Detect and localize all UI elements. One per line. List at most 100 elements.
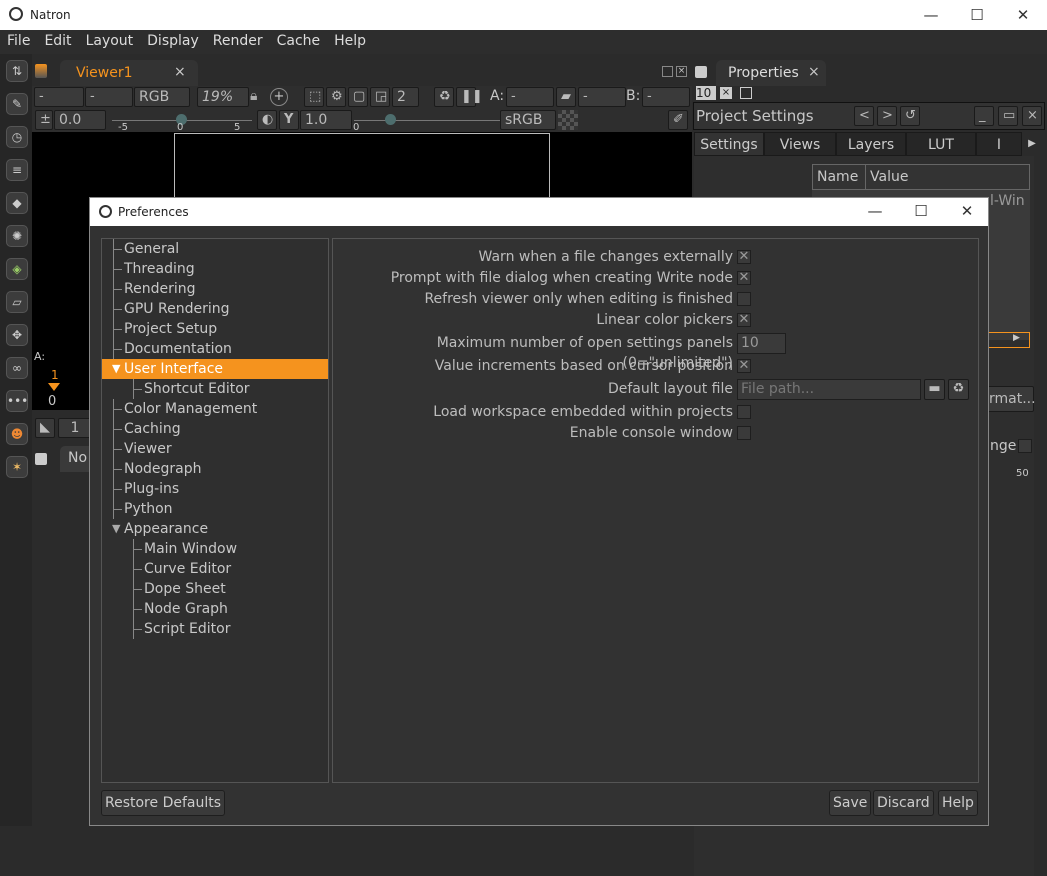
- tab-lut[interactable]: LUT: [906, 132, 976, 156]
- pane-menu-icon[interactable]: [35, 453, 47, 465]
- minimize-panels-icon[interactable]: [740, 87, 752, 99]
- layer-select[interactable]: -: [34, 87, 84, 107]
- input-a-select[interactable]: -: [506, 87, 554, 107]
- tree-item[interactable]: GPU Rendering: [102, 299, 328, 319]
- playhead-icon[interactable]: [48, 383, 60, 391]
- next-icon[interactable]: >: [877, 106, 897, 126]
- setting-checkbox[interactable]: [737, 292, 751, 306]
- proxy-icon[interactable]: ◲: [370, 87, 390, 107]
- close-button[interactable]: ✕: [1000, 0, 1046, 30]
- close-tab-icon[interactable]: ×: [174, 64, 186, 80]
- tree-item[interactable]: Documentation: [102, 339, 328, 359]
- gmic-tool-icon[interactable]: ☻: [6, 423, 28, 445]
- checkerboard-icon[interactable]: [558, 110, 578, 130]
- menu-display[interactable]: Display: [140, 30, 206, 54]
- gamma-slider-handle[interactable]: [385, 114, 396, 125]
- gain-input[interactable]: 0.0: [54, 110, 106, 130]
- layout-file-input[interactable]: File path...: [737, 379, 921, 400]
- tree-item[interactable]: ▼ Appearance: [102, 519, 328, 539]
- time-tool-icon[interactable]: ⇅: [6, 60, 28, 82]
- minimize-button[interactable]: —: [908, 0, 954, 30]
- tree-item[interactable]: Python: [102, 499, 328, 519]
- minimize-panel-icon[interactable]: _: [974, 106, 994, 126]
- zoom-select[interactable]: 19%: [197, 87, 249, 107]
- discard-button[interactable]: Discard: [873, 790, 934, 816]
- previous-icon[interactable]: <: [854, 106, 874, 126]
- gamma-slider[interactable]: [354, 120, 500, 121]
- menu-cache[interactable]: Cache: [270, 30, 328, 54]
- tree-item[interactable]: Rendering: [102, 279, 328, 299]
- timeline[interactable]: A: 1 0: [32, 350, 92, 410]
- center-icon[interactable]: +: [270, 88, 288, 106]
- play-icon[interactable]: ▶: [1013, 333, 1020, 343]
- menu-edit[interactable]: Edit: [37, 30, 78, 54]
- help-button[interactable]: Help: [938, 790, 978, 816]
- input-b-select[interactable]: -: [642, 87, 690, 107]
- gamma-input[interactable]: 1.0: [300, 110, 352, 130]
- setting-checkbox[interactable]: ✕: [737, 250, 751, 264]
- clip-to-project-icon[interactable]: ▢: [348, 87, 368, 107]
- merge-tool-icon[interactable]: ▱: [6, 291, 28, 313]
- close-tab-icon[interactable]: ×: [808, 64, 820, 80]
- tab-properties[interactable]: Properties ×: [716, 60, 826, 86]
- tree-item[interactable]: Script Editor: [102, 619, 328, 639]
- roi-icon[interactable]: ⬚: [304, 87, 324, 107]
- gain-toggle-icon[interactable]: ±: [35, 110, 53, 130]
- tabs-scroll-right-icon[interactable]: ▶: [1024, 132, 1040, 156]
- max-panels-field[interactable]: 10: [737, 333, 786, 354]
- tab-views[interactable]: Views: [764, 132, 836, 156]
- pane-menu-icon[interactable]: [695, 66, 707, 78]
- dialog-maximize-button[interactable]: ☐: [898, 198, 944, 224]
- tab-settings[interactable]: Settings: [694, 132, 764, 156]
- menu-help[interactable]: Help: [327, 30, 373, 54]
- extra-tool-icon[interactable]: ✶: [6, 456, 28, 478]
- colorspace-select[interactable]: sRGB: [500, 110, 556, 130]
- channel-tool-icon[interactable]: ≡: [6, 159, 28, 181]
- dialog-minimize-button[interactable]: —: [852, 198, 898, 224]
- other-tool-icon[interactable]: •••: [6, 390, 28, 412]
- tree-item[interactable]: Caching: [102, 419, 328, 439]
- range-input[interactable]: ▶: [984, 332, 1030, 348]
- frame-input[interactable]: 1: [58, 418, 92, 438]
- filter-tool-icon[interactable]: ✺: [6, 225, 28, 247]
- pane-menu-icon[interactable]: [35, 64, 47, 78]
- max-panels-input[interactable]: 10: [696, 86, 716, 100]
- tree-item[interactable]: General: [102, 239, 328, 259]
- tree-item[interactable]: Dope Sheet: [102, 579, 328, 599]
- tree-item[interactable]: Shortcut Editor: [102, 379, 328, 399]
- range-checkbox[interactable]: [1018, 439, 1032, 453]
- browse-folder-icon[interactable]: ▬: [924, 379, 945, 400]
- restore-defaults-button[interactable]: Restore Defaults: [101, 790, 226, 816]
- turbo-icon[interactable]: ◣: [35, 418, 55, 438]
- tree-item[interactable]: ▼ User Interface: [102, 359, 328, 379]
- tree-item[interactable]: Main Window: [102, 539, 328, 559]
- clock-tool-icon[interactable]: ◷: [6, 126, 28, 148]
- alpha-select[interactable]: -: [85, 87, 133, 107]
- save-button[interactable]: Save: [829, 790, 872, 816]
- auto-contrast-icon[interactable]: ◐: [257, 110, 277, 130]
- channels-select[interactable]: RGB: [134, 87, 190, 107]
- color-picker-icon[interactable]: ✐: [668, 110, 688, 130]
- restore-icon[interactable]: ↺: [900, 106, 920, 126]
- tab-viewer1[interactable]: Viewer1 ×: [60, 60, 198, 86]
- setting-checkbox[interactable]: ✕: [737, 271, 751, 285]
- menu-layout[interactable]: Layout: [79, 30, 141, 54]
- float-panel-icon[interactable]: ▭: [998, 106, 1018, 126]
- setting-checkbox[interactable]: ✕: [737, 313, 751, 327]
- views-tool-icon[interactable]: ∞: [6, 357, 28, 379]
- gamma-toggle-icon[interactable]: Y: [279, 110, 299, 130]
- keyer-tool-icon[interactable]: ◈: [6, 258, 28, 280]
- tree-item[interactable]: Node Graph: [102, 599, 328, 619]
- transform-tool-icon[interactable]: ✥: [6, 324, 28, 346]
- close-panel-icon[interactable]: ×: [1022, 106, 1042, 126]
- setting-checkbox[interactable]: [737, 405, 751, 419]
- proxy-level-select[interactable]: 2: [392, 87, 419, 107]
- tree-item[interactable]: Project Setup: [102, 319, 328, 339]
- maximize-button[interactable]: ☐: [954, 0, 1000, 30]
- clear-panels-icon[interactable]: ×: [720, 87, 732, 99]
- tree-item[interactable]: Color Management: [102, 399, 328, 419]
- pause-icon[interactable]: ❚❚: [456, 87, 483, 107]
- setting-checkbox[interactable]: [737, 426, 751, 440]
- draw-tool-icon[interactable]: ✎: [6, 93, 28, 115]
- menu-file[interactable]: File: [0, 30, 37, 54]
